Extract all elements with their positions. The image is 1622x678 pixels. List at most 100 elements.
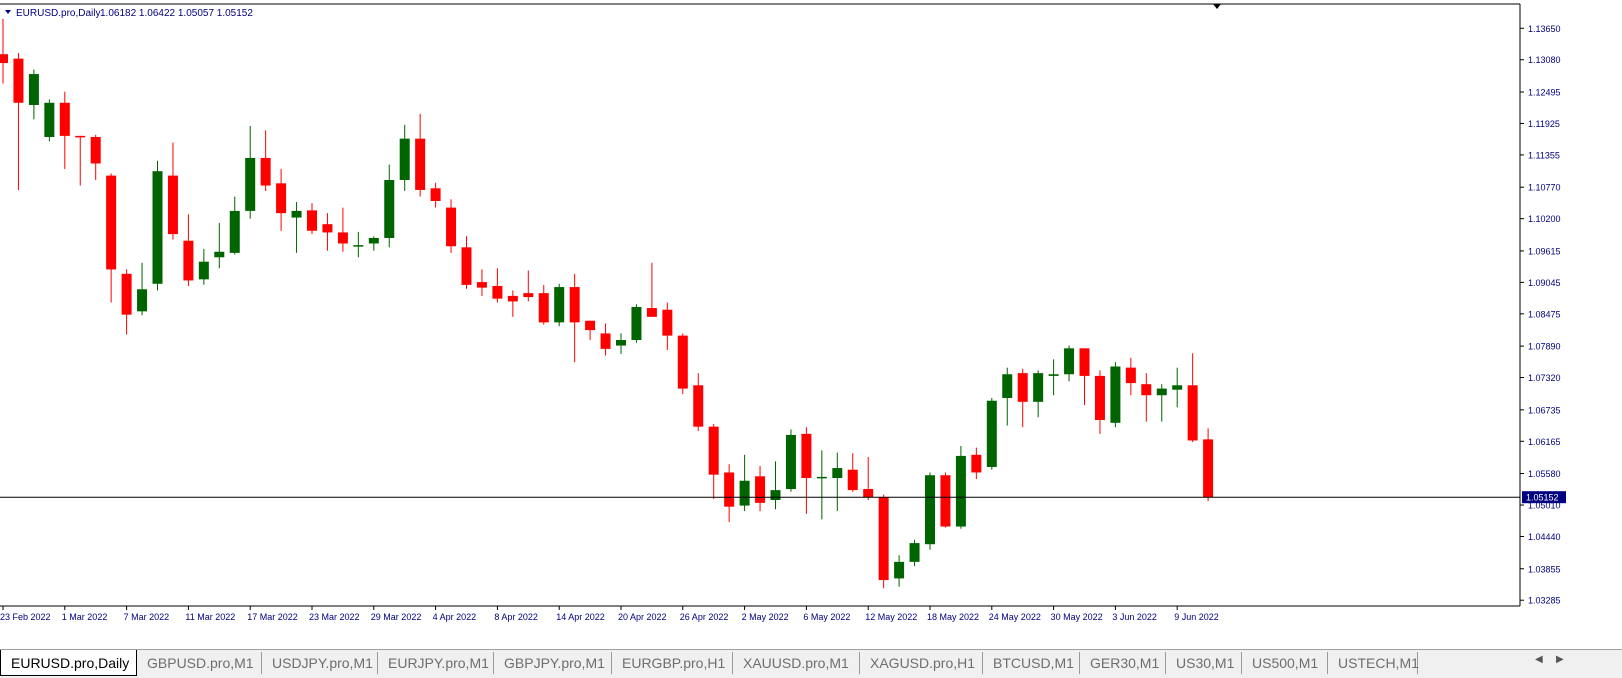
chart-canvas[interactable]: 1.032851.038551.044401.050101.055801.061… [0, 0, 1622, 650]
candle[interactable] [446, 199, 457, 253]
chart-tab[interactable]: XAUUSD.pro,M1 [733, 652, 860, 674]
candle[interactable] [832, 452, 843, 512]
candle[interactable] [569, 273, 580, 363]
candle[interactable] [863, 457, 874, 501]
chart-tab[interactable]: EURGBP.pro,H1 [612, 652, 733, 674]
chart-tab[interactable]: GBPUSD.pro,M1 [137, 652, 262, 674]
candle[interactable] [1203, 428, 1214, 502]
candle[interactable] [1017, 368, 1028, 428]
chart-tab[interactable]: US30,M1 [1166, 652, 1242, 674]
candle[interactable] [847, 453, 858, 492]
candle[interactable] [59, 91, 70, 169]
y-tick-label: 1.13650 [1528, 24, 1561, 34]
candle[interactable] [167, 142, 178, 240]
candle[interactable] [415, 113, 426, 197]
candle[interactable] [198, 248, 209, 285]
candle[interactable] [0, 18, 8, 84]
candle[interactable] [461, 236, 472, 289]
candle[interactable] [523, 270, 534, 302]
candle[interactable] [183, 214, 194, 286]
candle[interactable] [894, 555, 905, 587]
candle[interactable] [693, 373, 704, 432]
candle[interactable] [1064, 345, 1075, 382]
chart-tab[interactable]: USTECH,M1 [1328, 652, 1419, 674]
candle[interactable] [801, 427, 812, 514]
candle[interactable] [1156, 384, 1167, 422]
candle[interactable] [1187, 353, 1198, 443]
candle[interactable] [322, 213, 333, 251]
candle[interactable] [955, 445, 966, 529]
candle[interactable] [1033, 370, 1044, 418]
candle[interactable] [276, 168, 287, 231]
candle[interactable] [1079, 348, 1090, 406]
chart-tab[interactable]: GBPJPY.pro,M1 [494, 652, 612, 674]
candle[interactable] [677, 333, 688, 395]
candle[interactable] [384, 164, 395, 248]
candlestick-chart[interactable]: 1.03285 1.03855 1.04440 1.05010 1.05580 1.061… [0, 0, 1622, 678]
candle[interactable] [476, 269, 487, 296]
candle[interactable] [1094, 370, 1105, 434]
triangle-down-icon[interactable] [5, 10, 11, 14]
candle[interactable] [121, 269, 132, 335]
candle[interactable] [554, 283, 565, 327]
candle[interactable] [137, 262, 148, 316]
candle[interactable] [1048, 359, 1059, 396]
candle[interactable] [28, 69, 39, 120]
candle[interactable] [785, 429, 796, 492]
candle[interactable] [816, 450, 827, 520]
shift-marker-icon[interactable] [1213, 4, 1221, 9]
candle[interactable] [507, 290, 518, 317]
candle[interactable] [75, 135, 86, 186]
candle-body [1064, 348, 1075, 375]
candle[interactable] [909, 539, 920, 567]
chart-tab[interactable]: USDJPY.pro,M1 [262, 652, 378, 674]
candle[interactable] [152, 160, 163, 291]
candle[interactable] [755, 465, 766, 512]
candle[interactable] [1141, 373, 1152, 422]
candle[interactable] [13, 53, 24, 190]
candle[interactable] [90, 134, 101, 181]
candle[interactable] [708, 423, 719, 499]
candle[interactable] [585, 320, 596, 341]
candle[interactable] [214, 223, 225, 269]
candle[interactable] [229, 196, 240, 255]
candle[interactable] [430, 182, 441, 208]
candle[interactable] [662, 302, 673, 350]
candle[interactable] [631, 304, 642, 343]
chart-tab[interactable]: XAGUSD.pro,H1 [860, 652, 983, 674]
candle[interactable] [44, 99, 55, 142]
arrow-right-icon[interactable]: ▶ [1556, 654, 1564, 665]
candle[interactable] [770, 461, 781, 510]
candle[interactable] [399, 124, 410, 192]
candle[interactable] [940, 472, 951, 528]
candle[interactable] [307, 203, 317, 235]
candle[interactable] [925, 472, 935, 550]
candle[interactable] [739, 454, 750, 512]
candle[interactable] [291, 202, 302, 253]
candle[interactable] [1172, 367, 1183, 408]
candle[interactable] [368, 236, 379, 251]
candle[interactable] [878, 494, 889, 589]
candle[interactable] [1002, 367, 1013, 426]
candle[interactable] [492, 268, 503, 303]
candle[interactable] [538, 284, 549, 325]
candle[interactable] [260, 130, 271, 192]
candle[interactable] [106, 173, 117, 303]
chart-tab[interactable]: EURUSD.pro,Daily [0, 650, 137, 676]
candle[interactable] [337, 207, 348, 252]
candle[interactable] [1125, 357, 1136, 396]
candle[interactable] [724, 464, 735, 523]
candle[interactable] [971, 447, 982, 480]
candle[interactable] [1110, 362, 1121, 428]
candle[interactable] [245, 125, 256, 219]
candle[interactable] [616, 333, 626, 354]
candle[interactable] [600, 323, 611, 356]
chart-tab[interactable]: US500,M1 [1242, 652, 1328, 674]
candle[interactable] [353, 231, 364, 258]
chart-tab[interactable]: BTCUSD,M1 [983, 652, 1080, 674]
candle[interactable] [646, 262, 657, 317]
arrow-left-icon[interactable]: ◀ [1535, 654, 1543, 665]
candle[interactable] [986, 397, 997, 470]
chart-tab[interactable]: GER30,M1 [1080, 652, 1166, 674]
chart-tab[interactable]: EURJPY.pro,M1 [378, 652, 494, 674]
